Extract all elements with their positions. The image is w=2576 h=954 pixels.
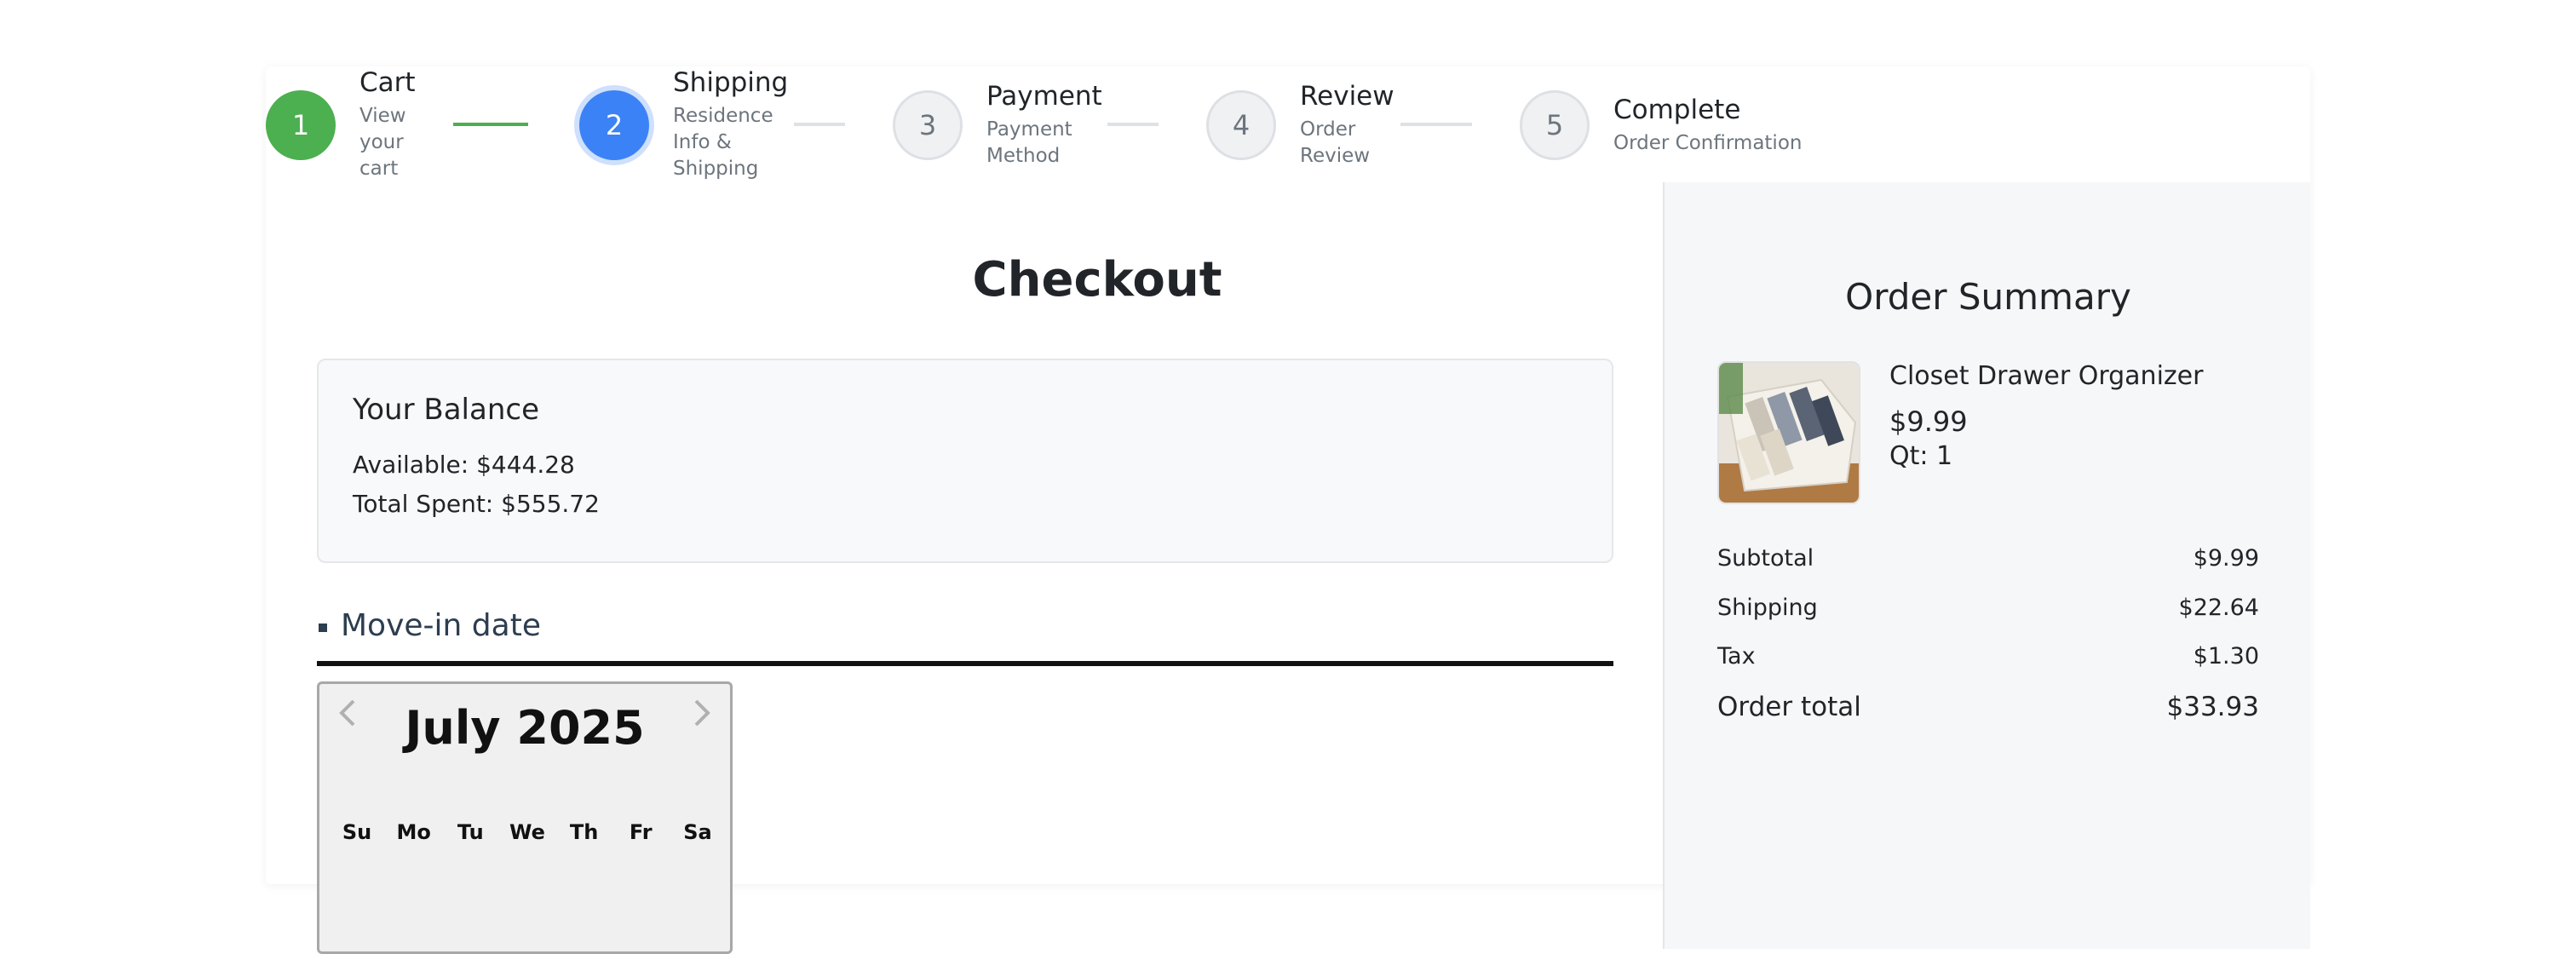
move-in-date-label: Move-in date: [341, 608, 541, 643]
step-connector: [794, 123, 845, 126]
subtotal-row: Subtotal $9.99: [1717, 545, 2259, 579]
product-quantity: Qt: 1: [1889, 441, 1953, 471]
order-total-row: Order total $33.93: [1717, 692, 2259, 726]
step-2-title: Shipping: [673, 67, 789, 98]
step-4-subtitle: Order: [1300, 118, 1356, 141]
shipping-value: $22.64: [2178, 595, 2259, 621]
step-2-subtitle: Residence: [673, 105, 773, 127]
tax-value: $1.30: [2193, 643, 2259, 670]
weekday-label: Sa: [683, 820, 712, 844]
bullet-icon: [319, 624, 327, 632]
weekday-label: Fr: [629, 820, 653, 844]
order-summary-title: Order Summary: [1845, 276, 2131, 318]
step-2-subtitle: Shipping: [673, 158, 759, 180]
tax-row: Tax $1.30: [1717, 643, 2259, 677]
step-connector: [1400, 123, 1472, 126]
step-5-text: Complete Order Confirmation: [1613, 97, 1802, 157]
step-2-text: Shipping Residence Info & Shipping: [673, 70, 788, 182]
step-5-title: Complete: [1613, 95, 1741, 125]
step-connector: [453, 123, 528, 126]
tax-label: Tax: [1717, 643, 1756, 670]
chevron-right-icon[interactable]: [689, 696, 715, 736]
step-4-title: Review: [1300, 81, 1394, 112]
step-connector: [1107, 123, 1159, 126]
checkout-stepper: 1 Cart View your cart 2 Shipping Residen…: [266, 66, 2310, 182]
step-4-number: 4: [1232, 109, 1251, 141]
subtotal-value: $9.99: [2193, 545, 2259, 572]
step-1-title: Cart: [359, 67, 416, 98]
step-2-number: 2: [605, 109, 624, 141]
step-4-circle[interactable]: 4: [1206, 90, 1276, 160]
step-3-circle[interactable]: 3: [893, 90, 963, 160]
weekday-label: Su: [342, 820, 372, 844]
weekday-label: Th: [569, 820, 599, 844]
shipping-row: Shipping $22.64: [1717, 595, 2259, 629]
step-1-text: Cart View your cart: [359, 70, 416, 182]
step-3-subtitle: Method: [986, 145, 1061, 167]
step-1-subtitle: your: [359, 131, 404, 153]
step-2-circle[interactable]: 2: [579, 90, 649, 160]
calendar-month-title: July 2025: [405, 701, 645, 755]
weekday-label: Mo: [396, 820, 431, 844]
order-summary-panel: Order Summary Closet Drawer Organizer $9…: [1663, 182, 2310, 949]
step-1-number: 1: [291, 109, 310, 141]
date-picker-calendar[interactable]: July 2025 Su Mo Tu We Th Fr Sa: [317, 681, 733, 954]
step-3-title: Payment: [986, 81, 1102, 112]
shipping-label: Shipping: [1717, 595, 1818, 621]
checkout-page: 1 Cart View your cart 2 Shipping Residen…: [266, 66, 2310, 954]
step-1-circle[interactable]: 1: [266, 90, 336, 160]
product-name: Closet Drawer Organizer: [1889, 361, 2204, 391]
balance-available: Available: $444.28: [353, 451, 575, 479]
weekday-label: Tu: [457, 820, 484, 844]
step-3-text: Payment Payment Method: [986, 83, 1102, 170]
step-3-number: 3: [918, 109, 937, 141]
step-5-circle[interactable]: 5: [1520, 90, 1590, 160]
step-1-subtitle: View: [359, 105, 406, 127]
product-price: $9.99: [1889, 405, 1968, 438]
subtotal-label: Subtotal: [1717, 545, 1814, 572]
section-divider: [317, 661, 1613, 666]
balance-heading: Your Balance: [353, 393, 539, 427]
move-in-date-section: Move-in date: [317, 603, 1613, 652]
step-3-subtitle: Payment: [986, 118, 1072, 141]
step-5-subtitle: Order Confirmation: [1613, 132, 1803, 154]
step-2-subtitle: Info &: [673, 131, 732, 153]
weekday-label: We: [509, 820, 545, 844]
order-total-value: $33.93: [2166, 692, 2259, 722]
calendar-weekdays: Su Mo Tu We Th Fr Sa: [331, 820, 723, 844]
step-4-text: Review Order Review: [1300, 83, 1394, 170]
step-1-subtitle: cart: [359, 158, 399, 180]
balance-total-spent: Total Spent: $555.72: [353, 490, 600, 518]
product-image: [1717, 361, 1860, 504]
order-total-label: Order total: [1717, 692, 1861, 722]
balance-card: Your Balance Available: $444.28 Total Sp…: [317, 359, 1613, 563]
step-5-number: 5: [1545, 109, 1564, 141]
step-4-subtitle: Review: [1300, 145, 1371, 167]
